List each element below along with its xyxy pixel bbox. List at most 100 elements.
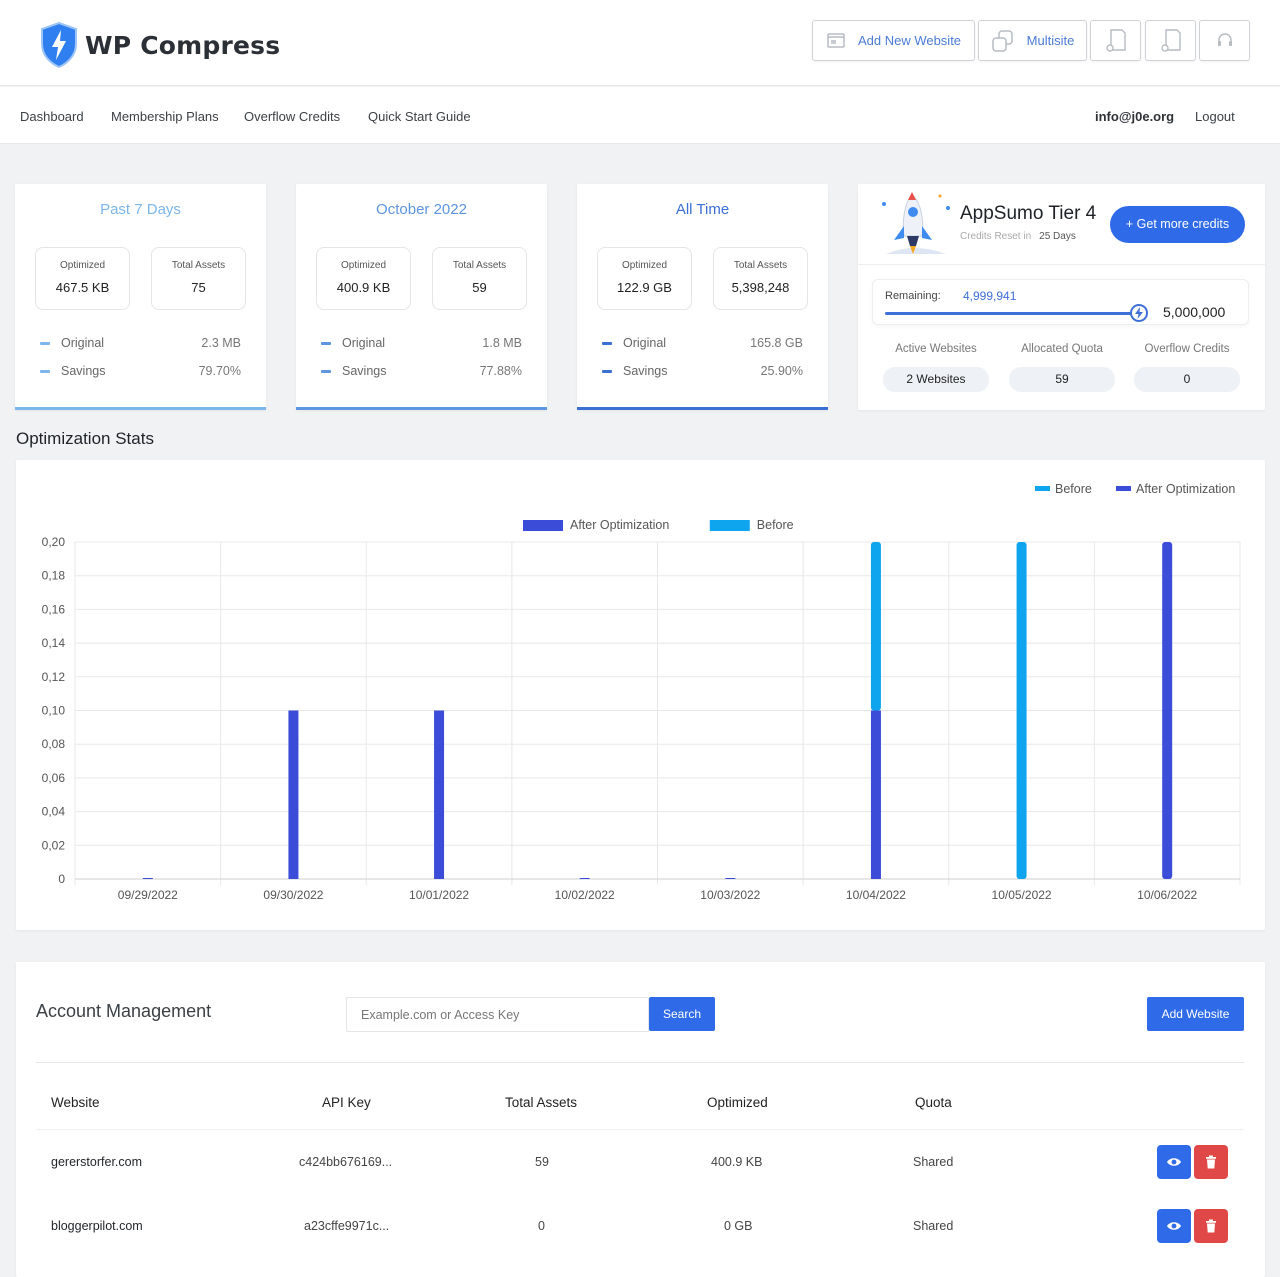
- original-value: 165.8 GB: [750, 336, 803, 350]
- y-tick-label: 0,20: [42, 535, 66, 549]
- legend-swatch: [523, 520, 563, 531]
- column-header-website: Website: [51, 1095, 100, 1110]
- total-assets-cell: 59: [535, 1155, 549, 1169]
- logout-link[interactable]: Logout: [1195, 109, 1235, 124]
- delete-button[interactable]: [1194, 1145, 1228, 1179]
- legend-dash: [40, 369, 50, 373]
- total-assets-label: Total Assets: [452, 260, 507, 271]
- bar: [142, 878, 153, 879]
- optimized-box: Optimized 467.5 KB: [35, 247, 130, 310]
- bar: [870, 542, 881, 711]
- multisite-button[interactable]: Multisite: [978, 20, 1087, 61]
- multisite-icon: [991, 29, 1013, 52]
- get-more-credits-button[interactable]: + Get more credits: [1110, 206, 1245, 243]
- total-assets-value: 5,398,248: [731, 280, 790, 295]
- remaining-value: 4,999,941: [963, 289, 1017, 303]
- stat-card-title: All Time: [675, 201, 730, 218]
- website-icon: [827, 32, 845, 48]
- card-accent-bar: [577, 407, 828, 410]
- plan-card: AppSumo Tier 4 Credits Reset in 25 Days +…: [858, 184, 1265, 410]
- document-settings-icon: [1160, 28, 1181, 52]
- account-email[interactable]: info@j0e.org: [1095, 109, 1174, 124]
- original-value: 1.8 MB: [482, 336, 522, 350]
- documents-button[interactable]: [1090, 20, 1141, 61]
- quota-cell: Shared: [913, 1155, 954, 1169]
- nav-dashboard[interactable]: Dashboard: [20, 109, 84, 124]
- savings-value: 79.70%: [198, 364, 241, 378]
- optimized-cell: 400.9 KB: [711, 1155, 763, 1169]
- document-settings-button[interactable]: [1145, 20, 1196, 61]
- support-button[interactable]: [1199, 20, 1250, 61]
- total-assets-value: 59: [472, 280, 487, 295]
- original-row: Original 2.3 MB: [40, 336, 241, 350]
- legend-dash: [321, 369, 331, 373]
- progress-knob: [1130, 304, 1148, 322]
- nav-overflow-credits[interactable]: Overflow Credits: [244, 109, 340, 124]
- legend-swatch: [1116, 486, 1131, 491]
- savings-row: Savings 25.90%: [602, 364, 803, 378]
- nav-membership-plans[interactable]: Membership Plans: [111, 109, 219, 124]
- add-new-website-label: Add New Website: [857, 33, 962, 48]
- original-label: Original: [623, 336, 667, 350]
- overflow-credits-label: Overflow Credits: [1144, 343, 1230, 355]
- original-row: Original 1.8 MB: [321, 336, 522, 350]
- search-input[interactable]: Example.com or Access Key: [346, 997, 649, 1032]
- section-title: Optimization Stats: [16, 429, 154, 448]
- savings-label: Savings: [61, 364, 106, 378]
- add-website-button[interactable]: Add Website: [1147, 997, 1244, 1031]
- original-label: Original: [61, 336, 105, 350]
- account-management-title: Account Management: [36, 1001, 212, 1021]
- legend-dash: [602, 369, 612, 373]
- column-header-optimized: Optimized: [707, 1095, 768, 1110]
- api-key-cell: a23cffe9971c...: [304, 1219, 390, 1233]
- y-tick-label: 0,16: [42, 602, 66, 616]
- total-assets-label: Total Assets: [733, 260, 788, 271]
- main-nav: Dashboard Membership Plans Overflow Cred…: [0, 87, 1280, 144]
- y-tick-label: 0,04: [42, 805, 66, 819]
- savings-label: Savings: [623, 364, 668, 378]
- delete-button[interactable]: [1194, 1209, 1228, 1243]
- optimized-value: 400.9 KB: [336, 280, 391, 295]
- api-key-cell: c424bb676169...: [299, 1155, 393, 1169]
- total-credits-value: 5,000,000: [1163, 304, 1226, 320]
- stat-card-title: October 2022: [376, 201, 467, 218]
- column-header-api-key: API Key: [322, 1095, 371, 1110]
- allocated-quota-value: 59: [1009, 367, 1115, 392]
- optimized-label: Optimized: [621, 260, 667, 271]
- legend-dash: [602, 341, 612, 345]
- plan-title: AppSumo Tier 4: [960, 203, 1097, 224]
- chart-canvas: 0 0,02 0,04 0,06 0,08 0,10 0,12 0,14 0,16 0,18 0,2…: [42, 482, 1241, 902]
- legend-label: Before: [757, 518, 794, 532]
- divider: [858, 264, 1265, 265]
- divider: [36, 1062, 1244, 1063]
- optimized-box: Optimized 122.9 GB: [597, 247, 692, 310]
- optimized-value: 467.5 KB: [55, 280, 110, 295]
- quota-cell: Shared: [913, 1219, 954, 1233]
- search-button[interactable]: Search: [649, 997, 715, 1031]
- y-tick-label: 0,06: [42, 771, 66, 785]
- add-new-website-button[interactable]: Add New Website: [812, 20, 975, 61]
- x-tick-label: 10/05/2022: [992, 888, 1052, 902]
- optimized-cell: 0 GB: [724, 1219, 753, 1233]
- table-row: bloggerpilot.com a23cffe9971c... 0 0 GB …: [36, 1194, 1244, 1259]
- stat-card-past-7-days: Past 7 Days Optimized 467.5 KB Total Ass…: [15, 184, 266, 410]
- legend-label: After Optimization: [1136, 482, 1235, 496]
- x-tick-label: 09/29/2022: [118, 888, 178, 902]
- legend-dash: [321, 341, 331, 345]
- view-button[interactable]: [1157, 1209, 1191, 1243]
- savings-label: Savings: [342, 364, 387, 378]
- optimized-box: Optimized 400.9 KB: [316, 247, 411, 310]
- overflow-credits-value: 0: [1134, 367, 1240, 392]
- brand-logo[interactable]: WP Compress: [40, 22, 280, 68]
- bar: [1016, 542, 1027, 879]
- remaining-label: Remaining:: [885, 290, 941, 302]
- x-tick-label: 10/03/2022: [700, 888, 760, 902]
- view-button[interactable]: [1157, 1145, 1191, 1179]
- bar: [1162, 542, 1173, 879]
- bolt-icon: [1135, 307, 1143, 319]
- bar: [434, 710, 445, 879]
- trash-icon: [1206, 1219, 1216, 1233]
- y-tick-label: 0,08: [42, 737, 66, 751]
- credits-reset: Credits Reset in 25 Days: [960, 231, 1076, 242]
- nav-quick-start-guide[interactable]: Quick Start Guide: [368, 109, 471, 124]
